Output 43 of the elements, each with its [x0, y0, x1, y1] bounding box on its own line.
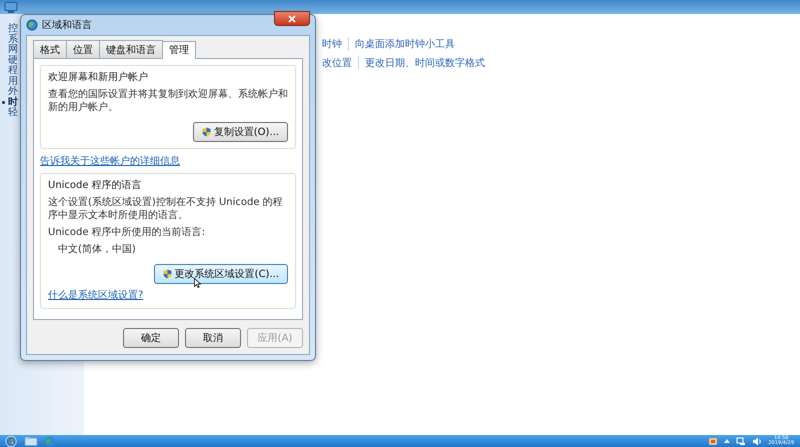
group-title: 欢迎屏幕和新用户帐户 [48, 70, 149, 84]
shield-icon [162, 269, 172, 279]
tab[interactable]: 管理 [162, 41, 196, 59]
sidebar-item[interactable]: 用 [8, 76, 18, 86]
sidebar-item[interactable]: 系 [8, 34, 18, 44]
sidebar-item[interactable]: 网 [8, 45, 18, 55]
dialog-title: 区域和语言 [42, 18, 93, 32]
bullet-icon [2, 101, 5, 104]
tab[interactable]: 键盘和语言 [99, 40, 163, 58]
change-locale-button[interactable]: 更改系统区域设置(C)... [154, 264, 288, 284]
dialog-button[interactable]: 取消 [185, 328, 241, 348]
sidebar-item[interactable]: 轻 [8, 108, 18, 118]
task-link[interactable]: 改位置 [316, 56, 358, 70]
sidebar-item[interactable]: 外 [8, 87, 18, 97]
task-link[interactable]: 时钟 [316, 36, 348, 50]
start-button[interactable] [4, 436, 18, 446]
computer-icon [4, 2, 18, 12]
info-link[interactable]: 告诉我关于这些帐户的详细信息 [40, 154, 180, 168]
tab[interactable]: 位置 [66, 40, 100, 58]
tab[interactable]: 格式 [33, 40, 67, 58]
volume-icon[interactable] [752, 436, 762, 446]
globe-icon [26, 19, 38, 31]
current-language-value: 中文(简体，中国) [57, 243, 137, 256]
help-link[interactable]: 什么是系统区域设置? [48, 288, 144, 302]
shield-icon [202, 127, 211, 137]
current-language-label: Unicode 程序中所使用的当前语言: [48, 226, 206, 239]
cursor-icon [194, 278, 201, 288]
sidebar-item[interactable]: 程 [8, 66, 18, 76]
sidebar-item[interactable]: 硬 [8, 56, 18, 66]
sidebar-item[interactable]: 时 [8, 98, 18, 108]
group-title: Unicode 程序的语言 [48, 178, 143, 192]
task-link[interactable]: 更改日期、时间或数字格式 [358, 56, 491, 70]
dialog-button[interactable]: 确定 [123, 328, 179, 348]
close-button[interactable] [274, 11, 310, 26]
task-link[interactable]: 向桌面添加时钟小工具 [348, 36, 461, 50]
network-icon[interactable] [736, 436, 746, 446]
copy-settings-button[interactable]: 复制设置(O)... [192, 122, 288, 142]
description-text: 这个设置(系统区域设置)控制在不支持 Unicode 的程序中显示文本时所使用的语言。 [48, 196, 284, 222]
close-icon [288, 14, 296, 22]
description-text: 查看您的国际设置并将其复制到欢迎屏幕、系统帐户和新的用户帐户。 [48, 88, 288, 114]
show-hidden-icon[interactable] [724, 438, 730, 444]
folder-icon[interactable] [24, 436, 38, 446]
sidebar-item[interactable]: 控 [8, 24, 18, 34]
